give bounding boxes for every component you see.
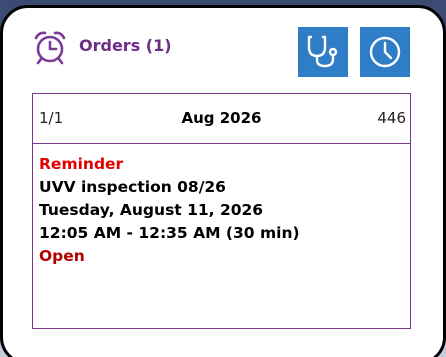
clock-button[interactable] xyxy=(360,27,410,77)
stethoscope-icon xyxy=(307,35,338,68)
phone-frame: Orders (1) 1/1 Aug 2026 446 Reminder UVV… xyxy=(0,5,446,357)
order-title: UVV inspection 08/26 xyxy=(39,178,226,196)
order-card[interactable]: 1/1 Aug 2026 446 Reminder UVV inspection… xyxy=(32,93,411,329)
status-label: Open xyxy=(39,247,85,265)
order-date: Tuesday, August 11, 2026 xyxy=(39,201,264,219)
order-time: 12:05 AM - 12:35 AM (30 min) xyxy=(39,224,300,242)
alarm-clock-icon xyxy=(34,31,66,65)
stethoscope-button[interactable] xyxy=(298,27,348,77)
card-body: Reminder UVV inspection 08/26 Tuesday, A… xyxy=(33,144,410,268)
card-month: Aug 2026 xyxy=(181,109,262,127)
reminder-label: Reminder xyxy=(39,155,124,173)
page-title: Orders (1) xyxy=(79,36,172,55)
card-header: 1/1 Aug 2026 446 xyxy=(33,94,410,144)
card-number: 446 xyxy=(377,109,406,127)
clock-icon xyxy=(369,36,401,68)
